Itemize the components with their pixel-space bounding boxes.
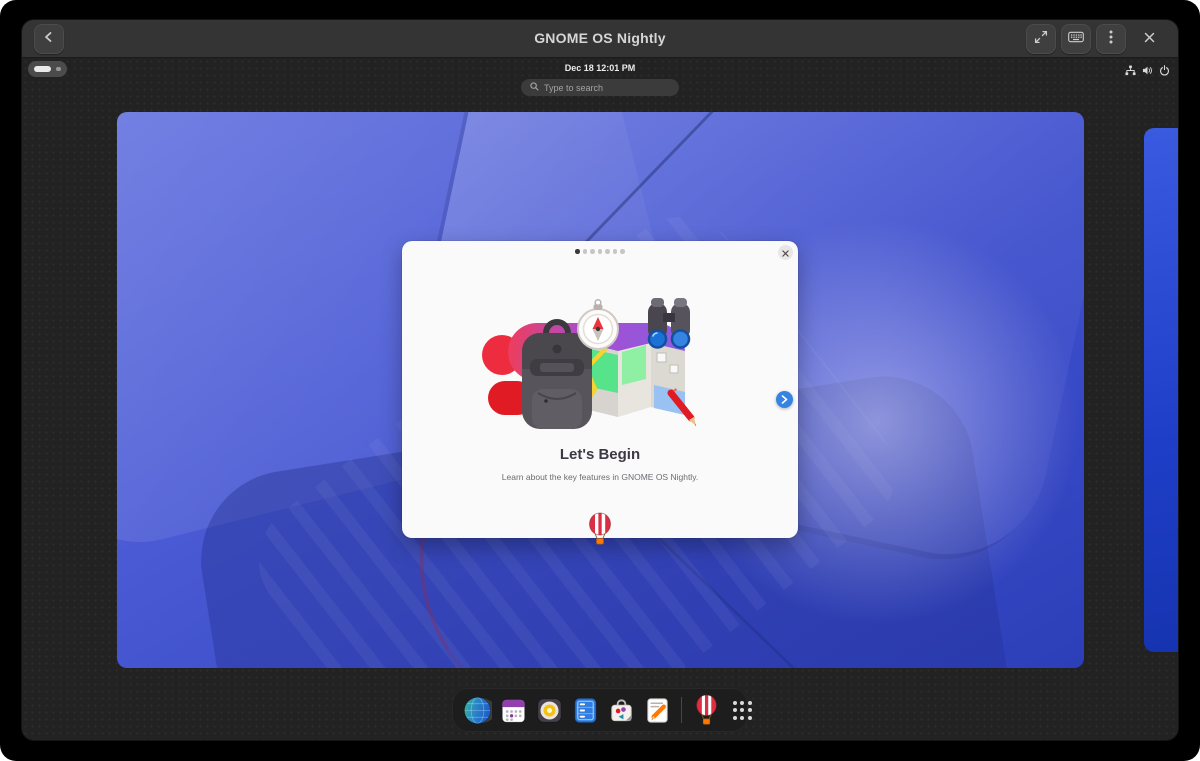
search-input[interactable]: Type to search [521,79,679,96]
carousel-dot-1[interactable] [575,249,580,254]
clock[interactable]: Dec 18 12:01 PM [22,63,1178,73]
tour-app-icon[interactable] [691,695,721,725]
tour-window-thumbnail[interactable]: Let's Begin Learn about the key features… [402,241,798,538]
chevron-right-icon [781,391,788,409]
window-close-button[interactable] [1134,24,1164,54]
carousel-dot-2[interactable] [583,249,588,254]
close-icon [1144,30,1155,48]
window-title: GNOME OS Nightly [22,30,1178,46]
dock-separator [681,697,682,723]
volume-icon [1142,63,1153,81]
workspace-thumbnail-next[interactable] [1144,128,1178,652]
keyboard-button[interactable] [1061,24,1091,54]
fullscreen-icon [1034,30,1048,49]
carousel-dot-3[interactable] [590,249,595,254]
search-placeholder: Type to search [544,83,603,93]
dialog-close-button[interactable] [778,245,793,260]
carousel-dot-7[interactable] [620,249,625,254]
kebab-menu-icon [1109,30,1113,49]
text-editor-app-icon[interactable] [642,695,672,725]
carousel-dot-6[interactable] [613,249,618,254]
dock [452,688,748,732]
search-icon [530,82,539,93]
carousel-dot-5[interactable] [605,249,610,254]
calendar-app-icon[interactable] [498,695,528,725]
menu-button[interactable] [1096,24,1126,54]
close-icon [782,244,789,262]
tour-balloon-icon[interactable] [586,512,614,546]
viewer-window: GNOME OS Nightly [0,0,1200,761]
app-grid-icon [733,701,752,720]
dialog-title: Let's Begin [402,446,798,463]
next-page-button[interactable] [776,391,793,408]
software-app-icon[interactable] [606,695,636,725]
carousel-dot-4[interactable] [598,249,603,254]
titlebar: GNOME OS Nightly [22,20,1178,58]
boxes-viewer: GNOME OS Nightly [22,20,1178,740]
network-wired-icon [1125,63,1136,81]
carousel-dots[interactable] [402,249,798,254]
files-app-icon[interactable] [570,695,600,725]
keyboard-icon [1068,30,1084,48]
dialog-subtitle: Learn about the key features in GNOME OS… [402,472,798,482]
web-app-icon[interactable] [462,695,492,725]
system-status-area[interactable] [1125,63,1170,81]
power-icon [1159,63,1170,81]
guest-display: Dec 18 12:01 PM Type to search [22,58,1178,740]
tour-illustration [480,293,720,433]
show-apps-button[interactable] [727,695,757,725]
fullscreen-button[interactable] [1026,24,1056,54]
workspace-thumbnail[interactable]: Let's Begin Learn about the key features… [117,112,1084,668]
music-app-icon[interactable] [534,695,564,725]
